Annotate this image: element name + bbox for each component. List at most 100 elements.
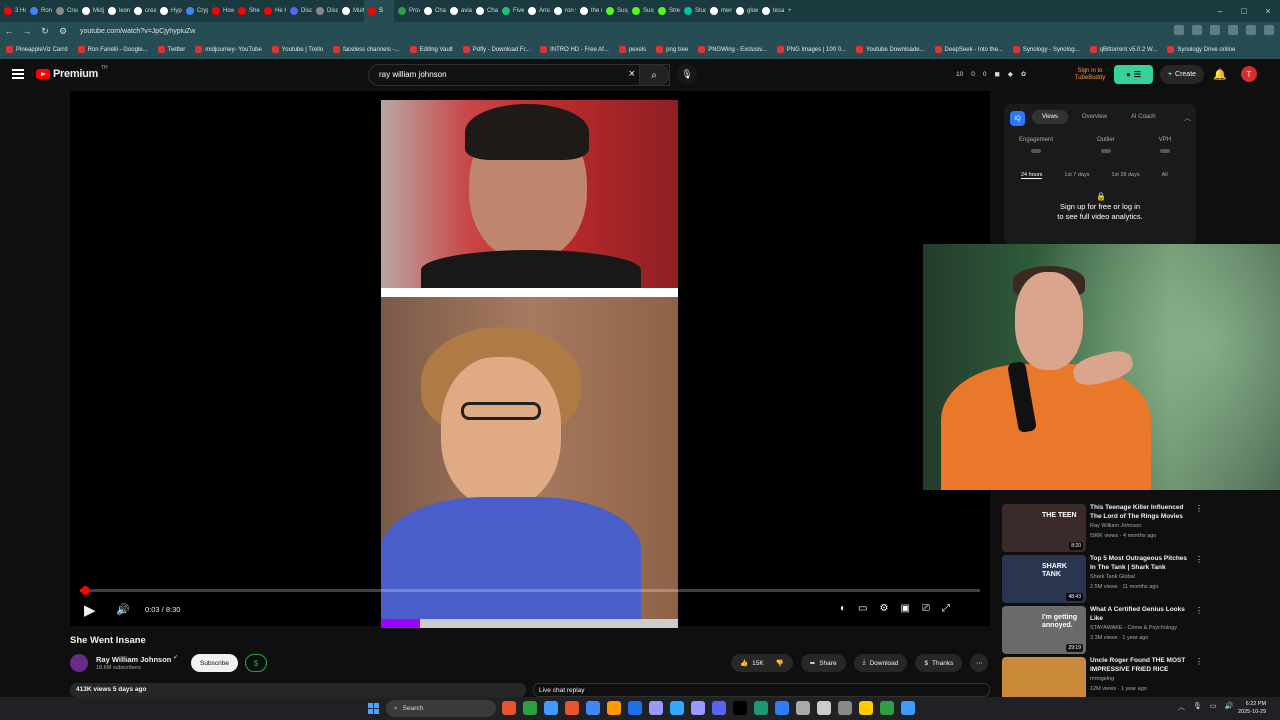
video-player[interactable]: ▶ 🔊 0:03 / 8:30 ◐ ▭ ⚙ ▣ ⎚ ⤢	[70, 91, 990, 628]
video-thumbnail[interactable]: I'm getting annoyed. 29:19	[1002, 606, 1086, 654]
browser-tab[interactable]: Prov	[394, 0, 420, 22]
bookmark-item[interactable]: pexels	[618, 46, 646, 53]
browser-tab[interactable]: glow	[732, 0, 758, 22]
browser-tab[interactable]: Disc	[312, 0, 338, 22]
account-avatar[interactable]: T	[1241, 66, 1257, 82]
period-7d[interactable]: 1st 7 days	[1064, 172, 1089, 179]
browser-tab[interactable]: Chat	[420, 0, 446, 22]
browser-tab[interactable]: leon	[104, 0, 130, 22]
bookmark-item[interactable]: PNGWing - Exclusiv...	[698, 46, 767, 53]
browser-tab[interactable]: Susp	[628, 0, 654, 22]
search-button[interactable]: ⌕	[639, 64, 669, 86]
tubebuddy-signin-link[interactable]: Sign in to TubeBuddy	[1071, 68, 1109, 82]
taskbar-app-icon[interactable]	[691, 701, 705, 715]
create-button[interactable]: + Create	[1160, 65, 1204, 84]
new-tab-button[interactable]: +	[784, 0, 798, 22]
play-button[interactable]: ▶	[84, 601, 96, 619]
tab-views[interactable]: Views	[1032, 110, 1068, 124]
channel-name[interactable]: Ray William Johnson	[96, 655, 171, 664]
settings-gear-icon[interactable]: ⚙	[880, 603, 889, 614]
suggested-video[interactable]: I'm getting annoyed. 29:19 What A Certifie…	[1002, 606, 1207, 654]
fullscreen-icon[interactable]: ⤢	[942, 603, 950, 614]
bookmark-item[interactable]: Pdfly - Download Fr...	[462, 46, 530, 53]
suggested-channel[interactable]: STAYAWAKE - Crime & Psychology	[1090, 625, 1177, 631]
reload-icon[interactable]: ↻	[36, 26, 54, 37]
browser-tab[interactable]: Fiver	[498, 0, 524, 22]
browser-tab[interactable]: Stud	[680, 0, 706, 22]
bookmark-item[interactable]: qBittorrent v5.0.2 W...	[1089, 46, 1157, 53]
url-field[interactable]: youtube.com/watch?v=JpCjyhypiuZw	[80, 28, 195, 35]
share-button[interactable]: ➦ Share	[800, 654, 846, 672]
search-input[interactable]: ray william johnson × ⌕	[368, 64, 670, 86]
bookmark-item[interactable]: Youtube Downloade...	[856, 46, 925, 53]
taskbar-app-icon[interactable]	[544, 701, 558, 715]
period-28d[interactable]: 1st 28 days	[1111, 172, 1139, 179]
browser-tab[interactable]: aviat	[446, 0, 472, 22]
taskbar-app-icon[interactable]	[901, 701, 915, 715]
browser-tab[interactable]: Ron	[26, 0, 52, 22]
extension-icon[interactable]	[1246, 25, 1256, 35]
bookmark-item[interactable]: Synology Drive online	[1167, 46, 1235, 53]
browser-tab[interactable]: Cryp	[182, 0, 208, 22]
taskbar-app-icon[interactable]	[754, 701, 768, 715]
suggested-title[interactable]: Uncle Roger Found THE MOST IMPRESSIVE FR…	[1090, 657, 1194, 674]
browser-tab[interactable]: Disco	[286, 0, 312, 22]
windows-start-icon[interactable]	[368, 703, 379, 714]
taskbar-app-icon[interactable]	[649, 701, 663, 715]
bookmark-item[interactable]: Synology - Synolog...	[1012, 46, 1080, 53]
extension-icon[interactable]: ◆	[1008, 70, 1013, 78]
youtube-logo[interactable]: Premium TH	[36, 65, 108, 80]
browser-tab[interactable]: Creat	[52, 0, 78, 22]
subscribe-button[interactable]: Subscribe	[191, 654, 238, 672]
live-chat-replay[interactable]: Live chat replay	[533, 683, 990, 697]
cast-icon[interactable]: ⎚	[922, 603, 930, 614]
microphone-icon[interactable]: 🎙	[1193, 702, 1202, 712]
minimize-button[interactable]: –	[1208, 0, 1232, 22]
thanks-button[interactable]: $ Thanks	[915, 654, 963, 672]
period-all[interactable]: All	[1162, 172, 1168, 179]
maximize-button[interactable]: □	[1232, 0, 1256, 22]
taskbar-app-icon[interactable]	[523, 701, 537, 715]
description-box[interactable]: 413K views 5 days ago	[70, 683, 526, 697]
video-thumbnail[interactable]: THE TEEN 8:20	[1002, 504, 1086, 552]
bookmark-item[interactable]: faceless channels -...	[333, 46, 400, 53]
extension-icon[interactable]	[1174, 25, 1184, 35]
suggested-video[interactable]: SHARK TANK 48:43 Top 5 Most Outrageous Pit…	[1002, 555, 1207, 603]
more-options-icon[interactable]: ⋮	[1195, 555, 1203, 564]
download-button[interactable]: ⤓ Download	[853, 654, 908, 672]
taskbar-search[interactable]: ⌕ Search	[386, 700, 496, 717]
taskbar-app-icon[interactable]	[880, 701, 894, 715]
system-clock[interactable]: 6:22 PM 2025-10-29	[1238, 700, 1266, 716]
suggested-channel[interactable]: Shark Tank Global	[1090, 574, 1135, 580]
hamburger-menu-icon[interactable]	[12, 69, 24, 79]
browser-tab[interactable]: Chat	[472, 0, 498, 22]
taskbar-app-icon[interactable]	[733, 701, 747, 715]
taskbar-app-icon[interactable]	[859, 701, 873, 715]
tray-chevron-icon[interactable]: ︿	[1178, 702, 1185, 712]
browser-tab[interactable]: How	[208, 0, 234, 22]
taskbar-app-icon[interactable]	[817, 701, 831, 715]
suggested-channel[interactable]: mrnigelng	[1090, 676, 1114, 682]
taskbar-app-icon[interactable]	[628, 701, 642, 715]
taskbar-app-icon[interactable]	[586, 701, 600, 715]
browser-tab[interactable]: ron l	[550, 0, 576, 22]
taskbar-app-icon[interactable]	[775, 701, 789, 715]
more-actions-button[interactable]: ⋯	[970, 654, 989, 672]
tubebuddy-button[interactable]: ● ☰	[1114, 65, 1153, 84]
suggested-channel[interactable]: Ray William Johnson	[1090, 523, 1141, 529]
extension-icon[interactable]: ◼	[994, 70, 999, 78]
volume-icon[interactable]: 🔊	[116, 603, 130, 616]
bookmark-item[interactable]: midjourney- YouTube	[195, 46, 262, 53]
autoplay-toggle-icon[interactable]: ◐	[840, 603, 846, 614]
extension-icon[interactable]	[1228, 25, 1238, 35]
browser-tab[interactable]: 3 Ho	[0, 0, 26, 22]
bookmark-item[interactable]: PineappleViz Carrd	[6, 46, 68, 53]
browser-tab[interactable]: Hype	[156, 0, 182, 22]
taskbar-app-icon[interactable]	[670, 701, 684, 715]
suggested-title[interactable]: Top 5 Most Outrageous Pitches In The Tan…	[1090, 555, 1194, 572]
suggested-video[interactable]: THE TEEN 8:20 This Teenage Killer Influenc…	[1002, 504, 1207, 552]
browser-tab[interactable]: the n	[576, 0, 602, 22]
voice-search-button[interactable]: 🎙	[677, 64, 697, 84]
period-24h[interactable]: 24 hours	[1021, 172, 1043, 179]
extension-icon[interactable]	[1192, 25, 1202, 35]
